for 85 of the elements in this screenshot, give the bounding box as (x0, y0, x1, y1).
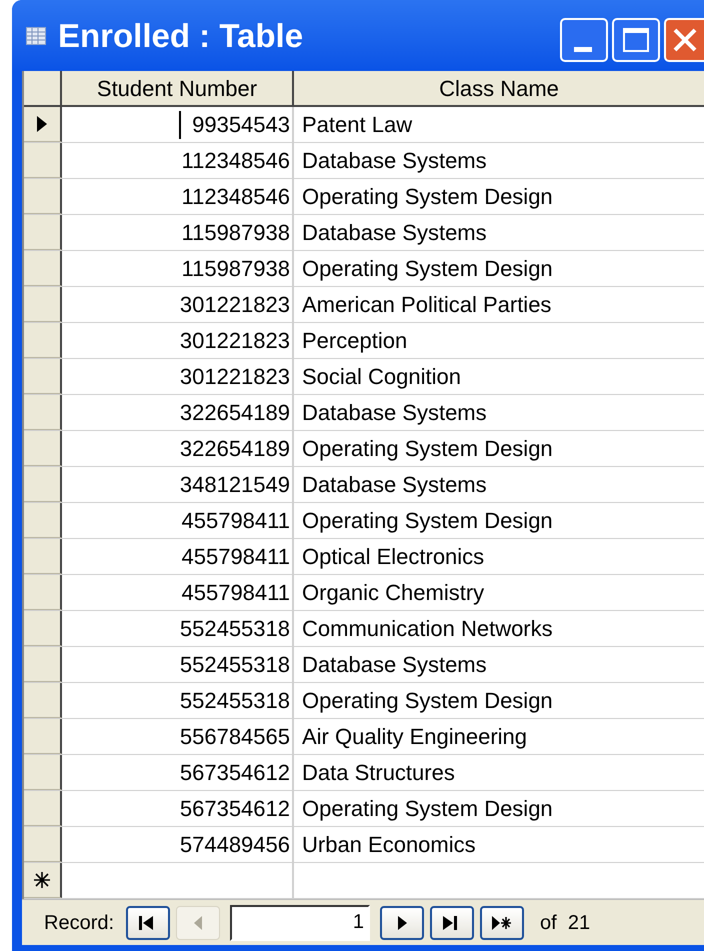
record-selector[interactable] (24, 719, 62, 754)
table-cell-text: Operating System Design (301, 507, 554, 535)
table-cell-text: Operating System Design (301, 687, 554, 715)
column-header[interactable]: Class Name (294, 71, 704, 105)
record-selector[interactable] (24, 827, 62, 862)
record-selector[interactable] (24, 503, 62, 538)
table-cell-text: Perception (301, 327, 408, 355)
minimize-button[interactable] (560, 18, 608, 62)
table-cell-text: Patent Law (301, 111, 414, 139)
table-cell-text: Organic Chemistry (301, 579, 486, 607)
new-record-button[interactable] (480, 906, 524, 940)
table-cell: 556784565 (62, 719, 294, 754)
table-cell-text: Data Structures (301, 759, 456, 787)
table-cell: 115987938 (62, 251, 294, 286)
record-count: of 21 (540, 910, 590, 936)
table-cell: 301221823 (62, 323, 294, 358)
table-cell-text: Database Systems (301, 399, 488, 427)
table-cell: 322654189 (62, 431, 294, 466)
table-cell-text: Communication Networks (301, 615, 554, 643)
record-number-field[interactable]: 1 (230, 904, 370, 940)
table-cell: 455798411 (62, 575, 294, 610)
new-record-icon (33, 871, 51, 889)
table-cell: 552455318 (62, 683, 294, 718)
column-header[interactable]: Student Number (62, 71, 294, 105)
record-selector[interactable] (24, 251, 62, 286)
record-selector[interactable] (24, 611, 62, 646)
table-cell-text: Database Systems (301, 147, 488, 175)
record-selector[interactable] (24, 287, 62, 322)
record-selector[interactable] (24, 791, 62, 826)
table-cell-text: Social Cognition (301, 363, 462, 391)
record-selector[interactable] (24, 575, 62, 610)
record-selector[interactable] (24, 359, 62, 394)
table-cell-text: Operating System Design (301, 435, 554, 463)
table-cell: 348121549 (62, 467, 294, 502)
table-cell: 301221823 (62, 359, 294, 394)
table-cell: 455798411 (62, 503, 294, 538)
maximize-button[interactable] (612, 18, 660, 62)
record-selector[interactable] (24, 143, 62, 178)
record-selector[interactable] (24, 647, 62, 682)
record-selector[interactable] (24, 863, 62, 898)
record-selector[interactable] (24, 467, 62, 502)
record-selector[interactable] (24, 683, 62, 718)
table-cell-text: Database Systems (301, 651, 488, 679)
table-cell: 552455318 (62, 611, 294, 646)
record-label: Record: (44, 910, 114, 936)
previous-record-icon (194, 916, 202, 930)
window-title: Enrolled : Table (58, 19, 304, 52)
next-record-icon (398, 916, 407, 930)
table-icon (26, 26, 46, 44)
table-cell-text: American Political Parties (301, 291, 552, 319)
record-selector[interactable] (24, 539, 62, 574)
table-cell: 115987938 (62, 215, 294, 250)
record-selector[interactable] (24, 179, 62, 214)
table-cell-text: Operating System Design (301, 795, 554, 823)
last-record-button[interactable] (430, 906, 474, 940)
record-selector[interactable] (24, 215, 62, 250)
record-selector[interactable] (24, 395, 62, 430)
table-cell-text: Air Quality Engineering (301, 723, 528, 751)
table-cell-text: Database Systems (301, 219, 488, 247)
table-cell-text: Operating System Design (301, 255, 554, 283)
close-icon (672, 27, 698, 53)
table-cell: 567354612 (62, 755, 294, 790)
table-cell: 567354612 (62, 791, 294, 826)
record-selector[interactable] (24, 431, 62, 466)
first-record-button[interactable] (126, 906, 170, 940)
table-cell: 455798411 (62, 539, 294, 574)
table-cell-text: Optical Electronics (301, 543, 486, 571)
table-cell-text: Urban Economics (301, 831, 477, 859)
table-cell: 322654189 (62, 395, 294, 430)
new-record-icon (491, 914, 514, 932)
record-selector[interactable] (24, 755, 62, 790)
close-button[interactable] (664, 18, 704, 62)
table-cell: 574489456 (62, 827, 294, 862)
table-cell: 301221823 (62, 287, 294, 322)
text-cursor (179, 111, 181, 139)
record-selector[interactable] (24, 107, 62, 142)
next-record-button[interactable] (380, 906, 424, 940)
table-cell: 112348546 (62, 143, 294, 178)
record-selector[interactable] (24, 323, 62, 358)
table-cell: 112348546 (62, 179, 294, 214)
table-cell-text: Operating System Design (301, 183, 554, 211)
table-cell: 99354543 (62, 107, 294, 142)
current-record-icon (36, 115, 48, 133)
table-cell: 552455318 (62, 647, 294, 682)
table-cell-text: Database Systems (301, 471, 488, 499)
